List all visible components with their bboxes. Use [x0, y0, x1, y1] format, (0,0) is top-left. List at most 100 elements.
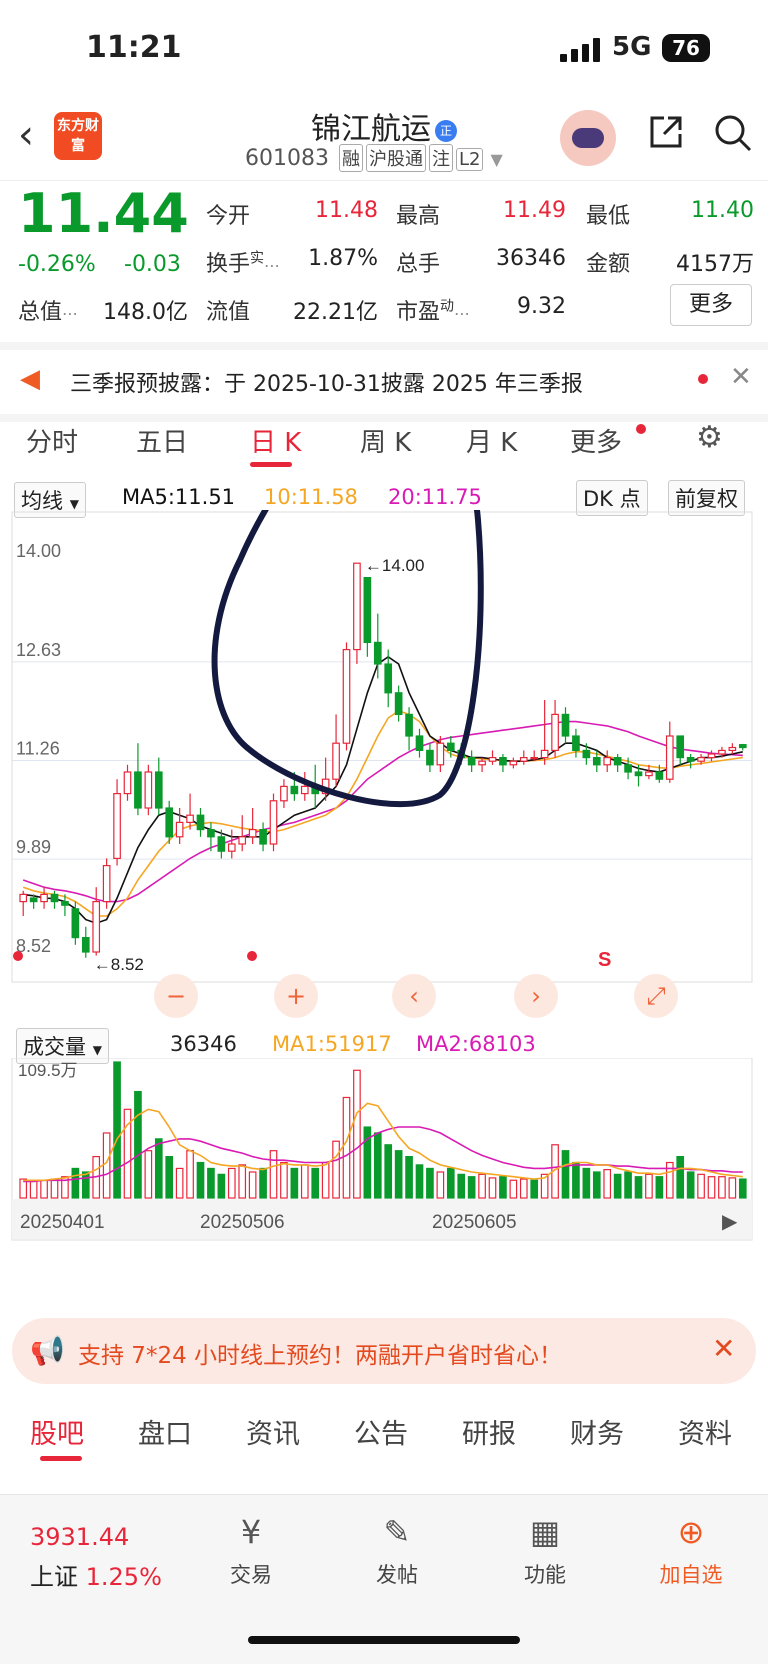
tab-monthly-k[interactable]: 月 K — [466, 422, 517, 459]
ma10-label: 10:11.58 — [264, 485, 358, 509]
volume-bar — [457, 1173, 466, 1199]
ma20-line — [22, 720, 743, 903]
index-value: 3931.44 — [30, 1523, 130, 1551]
volume-label: 总手 — [396, 252, 441, 277]
candle-body — [363, 576, 372, 644]
index-ticker[interactable]: 3931.44 上证 1.25% — [30, 1523, 162, 1592]
volume-bar — [40, 1179, 48, 1199]
grid-icon: ▦ — [529, 1513, 561, 1551]
tab-intraday[interactable]: 分时 — [26, 422, 78, 459]
candle-body — [196, 814, 205, 831]
gear-icon[interactable]: ⚙ — [696, 420, 723, 455]
more-button[interactable]: 更多 — [670, 284, 752, 326]
volume-bar — [50, 1178, 59, 1199]
info-icon[interactable]: ⋯ — [264, 256, 280, 275]
volume-bar — [102, 1132, 111, 1199]
tab-five-day[interactable]: 五日 — [136, 422, 188, 459]
tab-announcements[interactable]: 公告 — [354, 1412, 408, 1451]
trade-button[interactable]: ¥ 交易 — [196, 1513, 306, 1589]
volume-bar — [603, 1169, 612, 1199]
yuan-exchange-icon: ¥ — [240, 1513, 262, 1551]
close-icon[interactable]: ✕ — [712, 1332, 735, 1365]
min-price-label: ←8.52 — [94, 955, 144, 974]
candle-body — [686, 757, 695, 762]
candle-body — [290, 785, 299, 795]
trade-marker — [247, 951, 257, 961]
functions-button[interactable]: ▦ 功能 — [490, 1513, 600, 1589]
info-icon[interactable]: ⋯ — [62, 304, 78, 323]
candle-body — [446, 742, 455, 751]
volume-bar — [342, 1096, 351, 1199]
volume-bar — [134, 1090, 142, 1199]
chevron-down-icon[interactable]: ▼ — [490, 150, 502, 169]
volume-bar — [259, 1167, 267, 1199]
volume-bar — [321, 1161, 330, 1199]
volume-chart[interactable]: 109.5万 20250401 20250506 20250605 ▶ — [0, 1058, 768, 1298]
tab-profile[interactable]: 资料 — [678, 1412, 732, 1451]
tab-weekly-k[interactable]: 周 K — [360, 422, 411, 459]
candle-body — [300, 785, 309, 795]
x-tick-label: 20250605 — [432, 1212, 517, 1233]
candle-body — [613, 757, 622, 766]
active-tab-indicator — [40, 1456, 82, 1461]
promo-banner[interactable]: 📢 支持 7*24 小时线上预约！两融开户省时省心！ ✕ — [12, 1318, 756, 1384]
date-axis — [12, 1199, 752, 1239]
candle-body — [499, 757, 507, 766]
fullscreen-icon[interactable]: ⤢ — [634, 974, 678, 1018]
tab-orderbook[interactable]: 盘口 — [138, 1412, 192, 1451]
tab-research[interactable]: 研报 — [462, 1412, 516, 1451]
plot-frame — [11, 511, 753, 983]
candle-body — [718, 749, 726, 755]
share-icon[interactable] — [646, 112, 686, 152]
volume-bar — [165, 1156, 174, 1199]
volume-bar — [645, 1173, 653, 1199]
volume-bar — [488, 1177, 497, 1199]
candle-body — [436, 742, 445, 766]
banner-text[interactable]: 支持 7*24 小时线上预约！两融开户省时省心！ — [78, 1336, 562, 1370]
candle-body — [19, 893, 28, 903]
candle-body — [40, 893, 48, 903]
zoom-out-button[interactable]: − — [154, 974, 198, 1018]
info-icon[interactable]: ⋯ — [454, 304, 470, 323]
tab-forum[interactable]: 股吧 — [30, 1412, 84, 1451]
volume-bar — [227, 1167, 236, 1199]
volume-bar — [707, 1176, 716, 1199]
volume-value: 36346 — [170, 1032, 237, 1056]
candle-body — [582, 749, 591, 759]
volume-bar — [29, 1180, 38, 1199]
add-watchlist-button[interactable]: ⊕ 加自选 — [636, 1513, 746, 1589]
close-icon[interactable]: ✕ — [730, 362, 752, 392]
candle-body — [551, 713, 559, 751]
volume-bar — [530, 1179, 539, 1199]
candlestick-chart[interactable]: 14.0012.6311.269.898.52←14.00←8.52 S — [0, 510, 768, 1026]
volume-bar — [446, 1167, 455, 1199]
tab-more[interactable]: 更多 — [570, 422, 622, 459]
notice-bar[interactable]: ◀ 三季报预披露：于 2025-10-31披露 2025 年三季报 ✕ — [0, 342, 768, 422]
tab-news[interactable]: 资讯 — [246, 1412, 300, 1451]
ai-assistant-icon[interactable] — [560, 110, 616, 166]
change-amount: -0.03 — [124, 252, 181, 277]
status-time: 11:21 — [86, 30, 182, 65]
candle-body — [373, 641, 382, 665]
tab-finance[interactable]: 财务 — [570, 1412, 624, 1451]
candle-body — [92, 901, 101, 953]
high-label: 最高 — [396, 204, 441, 229]
notice-text[interactable]: 三季报预披露：于 2025-10-31披露 2025 年三季报 — [70, 366, 583, 398]
zoom-in-button[interactable]: + — [274, 974, 318, 1018]
tab-daily-k[interactable]: 日 K — [250, 422, 301, 459]
candle-body — [113, 793, 121, 860]
volume-bar — [561, 1150, 570, 1199]
search-icon[interactable] — [712, 112, 754, 154]
scroll-right-button[interactable]: › — [514, 974, 558, 1018]
scroll-left-button[interactable]: ‹ — [392, 974, 436, 1018]
candle-body — [259, 829, 267, 845]
vol-ma1-label: MA1:51917 — [272, 1032, 392, 1056]
vol-ma2-label: MA2:68103 — [416, 1032, 536, 1056]
amount-label: 金额 — [586, 252, 631, 277]
volume-bar — [613, 1173, 622, 1199]
battery-icon: 76 — [662, 34, 710, 62]
volume-bar — [217, 1173, 226, 1199]
post-button[interactable]: ✎ 发帖 — [342, 1513, 452, 1589]
mktcap-label: 总值⋯ — [18, 300, 79, 325]
candle-body — [467, 757, 476, 766]
